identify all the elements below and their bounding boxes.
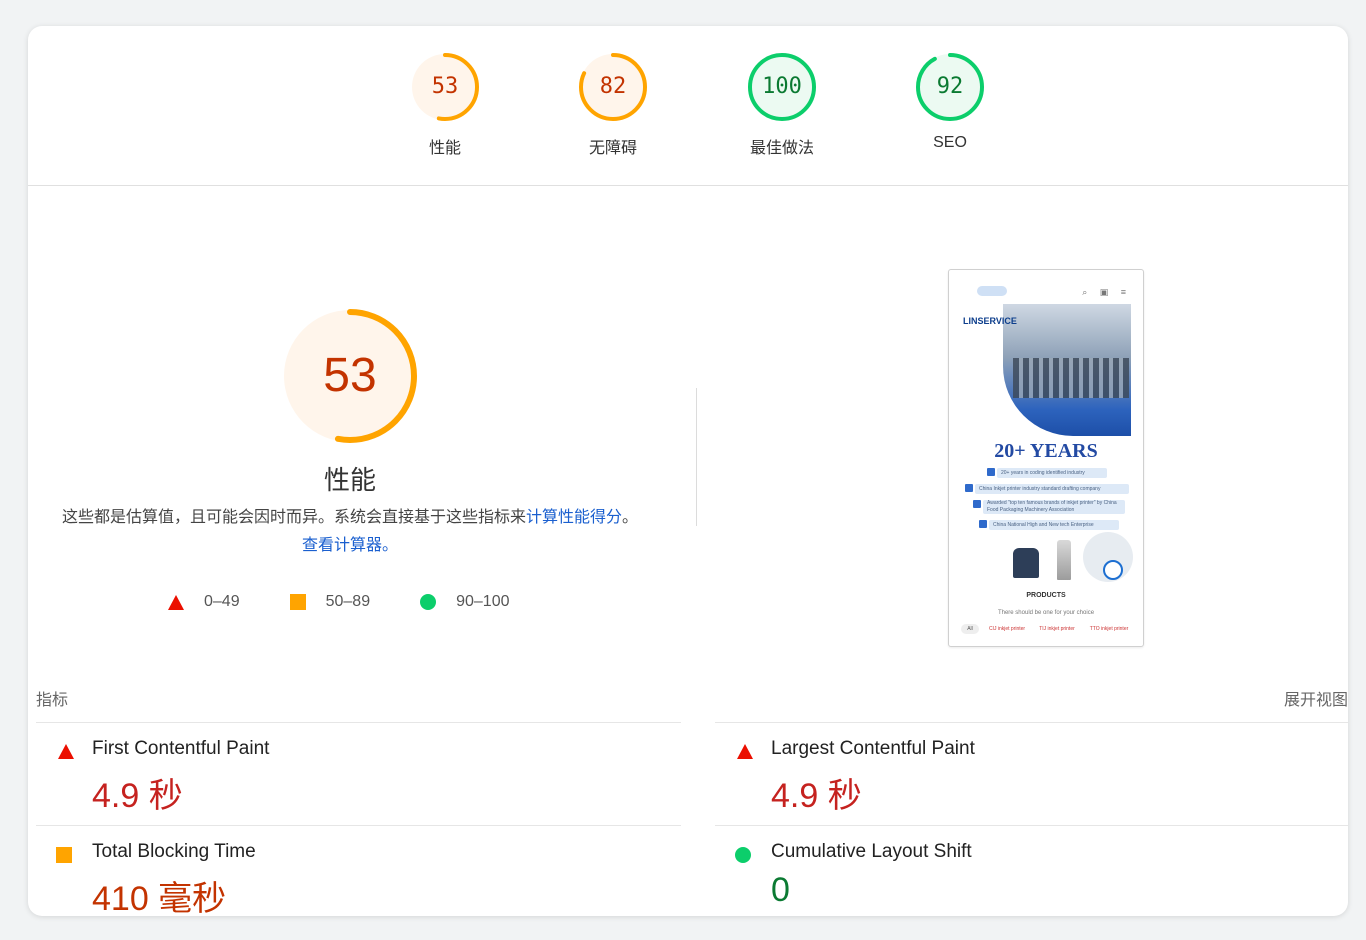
thumb-chip: CIJ inkjet printer xyxy=(988,626,1026,632)
bullet-icon xyxy=(979,520,987,528)
thumb-chip: TIJ inkjet printer xyxy=(1039,626,1075,632)
metrics-divider xyxy=(36,722,681,723)
score-legend: 0–49 50–89 90–100 xyxy=(168,590,559,614)
thumb-filter-chips: All CIJ inkjet printer TIJ inkjet printe… xyxy=(961,624,1137,634)
gauge-score: 100 xyxy=(762,74,802,99)
metric-value: 4.9 秒 xyxy=(92,777,183,815)
gauge-label: 性能 xyxy=(428,140,461,157)
average-square-icon xyxy=(56,847,72,863)
view-calculator-link[interactable]: 查看计算器。 xyxy=(302,537,398,554)
metric-cls[interactable]: Cumulative Layout Shift 0 xyxy=(715,827,1335,916)
gauge-accessibility[interactable]: 82 无障碍 xyxy=(553,52,673,158)
calc-score-link[interactable]: 计算性能得分 xyxy=(526,509,622,526)
gauge-label: SEO xyxy=(933,134,967,151)
thumb-chip: TTO inkjet printer xyxy=(1089,626,1129,632)
performance-gauge: 53 xyxy=(280,306,420,446)
gauge-seo[interactable]: 92 SEO xyxy=(890,52,1010,152)
legend-item-average: 50–89 xyxy=(289,593,371,611)
metrics-divider xyxy=(715,722,1348,723)
bullet-icon xyxy=(965,484,973,492)
category-gauges: 53 性能 82 无障碍 100 最佳做法 92 SEO xyxy=(28,26,1348,186)
product-printer-image xyxy=(1013,548,1039,578)
gauge-ring: 92 xyxy=(915,52,985,122)
legend-item-fail: 0–49 xyxy=(168,593,240,611)
gauge-best-practices[interactable]: 100 最佳做法 xyxy=(722,52,842,158)
section-divider xyxy=(696,388,697,526)
pass-circle-icon xyxy=(420,594,437,610)
metric-name: Largest Contentful Paint xyxy=(771,738,975,759)
thumb-bullet: China Inkjet printer industry standard d… xyxy=(975,484,1129,494)
metric-value: 4.9 秒 xyxy=(771,777,862,815)
thumb-products-title: PRODUCTS xyxy=(1026,592,1066,599)
average-square-icon xyxy=(289,594,306,610)
fail-triangle-icon xyxy=(168,594,184,610)
thumb-years: 20+ YEARS xyxy=(994,440,1098,462)
performance-description: 这些都是估算值，且可能会因时而异。系统会直接基于这些指标来计算性能得分。查看计算… xyxy=(60,504,640,560)
gauge-score: 82 xyxy=(599,74,627,99)
thumb-logo-icon xyxy=(977,286,1007,296)
gauge-performance[interactable]: 53 性能 xyxy=(385,52,505,158)
description-sep: 。 xyxy=(622,509,639,526)
bullet-icon xyxy=(987,468,995,476)
gauge-ring: 82 xyxy=(578,52,648,122)
metric-value: 0 xyxy=(771,871,790,909)
page-screenshot-thumbnail[interactable]: ⌕ ▣ ≡ LINSERVICE 20+ YEARS 20+ years in … xyxy=(948,269,1144,647)
performance-title: 性能 xyxy=(323,465,376,495)
gauge-score: 53 xyxy=(431,74,459,99)
gauge-ring: 53 xyxy=(410,52,480,122)
thumb-choice-text: There should be one for your choice xyxy=(997,610,1095,616)
description-text: 这些都是估算值，且可能会因时而异。系统会直接基于这些指标来 xyxy=(61,509,526,526)
thumb-bullet: Awarded "top ten famous brands of inkjet… xyxy=(983,500,1125,514)
legend-range: 0–49 xyxy=(204,593,240,610)
gauge-label: 最佳做法 xyxy=(749,140,814,157)
legend-range: 50–89 xyxy=(325,593,371,610)
performance-score: 53 xyxy=(323,349,377,402)
thumb-brand: LINSERVICE xyxy=(963,316,1017,326)
fail-triangle-icon xyxy=(737,744,753,759)
thumb-hero-image xyxy=(1003,304,1131,436)
metric-lcp[interactable]: Largest Contentful Paint 4.9 秒 xyxy=(715,724,1335,826)
metric-name: First Contentful Paint xyxy=(92,738,270,759)
product-handheld-image xyxy=(1057,540,1071,580)
thumb-nav-icons: ⌕ ▣ ≡ xyxy=(1082,287,1131,297)
metric-value: 410 毫秒 xyxy=(92,880,227,916)
lighthouse-report-card: 53 性能 82 无障碍 100 最佳做法 92 SEO 53 性能 这些都是估… xyxy=(28,26,1348,916)
factory-machines-image xyxy=(1013,358,1129,398)
expand-view-toggle[interactable]: 展开视图 xyxy=(1284,686,1348,710)
gauge-score: 92 xyxy=(936,74,964,99)
thumb-bullet: China National High and New tech Enterpr… xyxy=(989,520,1119,530)
gauge-label: 无障碍 xyxy=(588,140,637,157)
legend-item-pass: 90–100 xyxy=(420,593,509,611)
bullet-icon xyxy=(973,500,981,508)
thumb-bullet: 20+ years in coding identified industry xyxy=(997,468,1107,478)
thumb-header: ⌕ ▣ ≡ xyxy=(949,282,1143,302)
metric-fcp[interactable]: First Contentful Paint 4.9 秒 xyxy=(36,724,656,826)
product-bubble-image xyxy=(1083,532,1133,582)
metrics-divider xyxy=(36,825,681,826)
pass-circle-icon xyxy=(735,847,751,863)
metric-name: Cumulative Layout Shift xyxy=(771,841,972,862)
metric-name: Total Blocking Time xyxy=(92,841,256,862)
legend-range: 90–100 xyxy=(456,593,510,610)
metric-tbt[interactable]: Total Blocking Time 410 毫秒 xyxy=(36,827,656,916)
metrics-heading: 指标 xyxy=(36,692,69,709)
metrics-divider xyxy=(715,825,1348,826)
fail-triangle-icon xyxy=(58,744,74,759)
thumb-chip: All xyxy=(961,624,979,634)
gauge-ring: 100 xyxy=(747,52,817,122)
eye-icon xyxy=(1103,560,1123,580)
